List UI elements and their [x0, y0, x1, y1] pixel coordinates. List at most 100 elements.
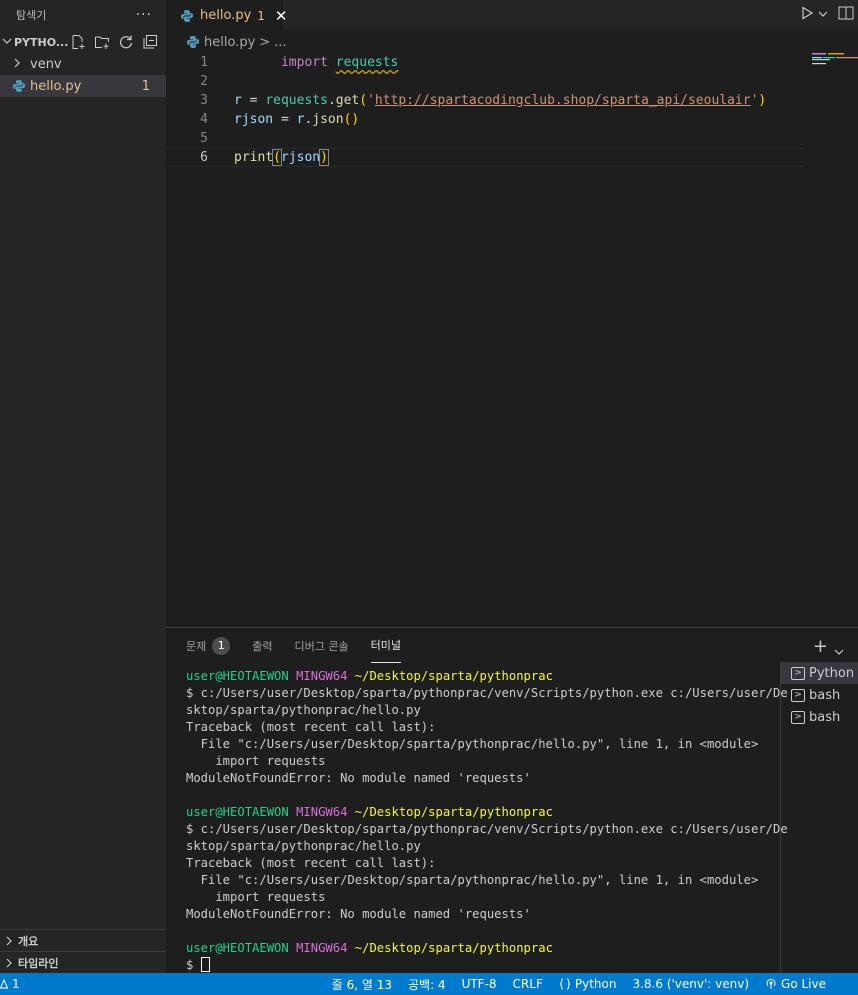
line-number: 3 [200, 93, 208, 108]
tree-item-hello-py[interactable]: hello.py 1 [0, 75, 166, 97]
end-of-line[interactable]: CRLF [513, 977, 543, 991]
add-terminal-icon[interactable]: + [813, 636, 828, 662]
paren: () [343, 112, 360, 127]
tree-item-label: hello.py [30, 78, 82, 94]
variable: rjson [280, 150, 321, 165]
terminal-icon: > [791, 710, 805, 724]
code-line[interactable]: 1 import requests [166, 53, 804, 72]
problems-status[interactable]: 1 [0, 977, 20, 991]
problem-count-badge: 1 [212, 636, 231, 655]
string-quote: ' [367, 93, 375, 108]
paren: ) [758, 93, 767, 108]
python-file-icon [186, 35, 200, 49]
line-number: 1 [200, 55, 208, 70]
function-name: get [335, 93, 360, 108]
keyword: import [280, 55, 328, 70]
tree-item-label: venv [30, 56, 62, 72]
chevron-right-icon [6, 958, 12, 967]
url-link[interactable]: http://spartacodingclub.shop/sparta_api/… [375, 93, 751, 108]
terminal-line: Traceback (most recent call last): [186, 720, 436, 734]
code-line[interactable]: 4 rjson = r.json() [166, 110, 804, 129]
language-mode[interactable]: Python [559, 977, 617, 991]
chevron-down-icon[interactable] [834, 641, 844, 662]
code-line[interactable]: 2 [166, 72, 804, 91]
chevron-down-icon[interactable] [818, 8, 828, 23]
tab-terminal[interactable]: 터미널 [370, 628, 401, 663]
code-line[interactable]: 3 r = requests.get('http://spartacodingc… [166, 91, 804, 110]
terminal-prompt-header: user@HEOTAEWON MINGW64 ~/Desktop/sparta/… [186, 669, 553, 683]
terminal-item-bash[interactable]: > bash [781, 706, 858, 728]
collapse-all-icon[interactable] [140, 33, 160, 51]
python-file-icon [180, 9, 194, 23]
terminal-line: ModuleNotFoundError: No module named 're… [186, 771, 531, 785]
editor-tab-bar: hello.py 1 ✕ [166, 0, 858, 30]
dot: . [327, 93, 336, 108]
terminal-line: File "c:/Users/user/Desktop/sparta/pytho… [186, 737, 759, 751]
terminal-item-python[interactable]: > Python [781, 662, 858, 684]
minimap[interactable] [812, 53, 858, 73]
tab-problem-badge: 1 [257, 8, 265, 23]
tab-debug-console[interactable]: 디버그 콘솔 [295, 628, 349, 663]
code-editor[interactable]: 1 import requests 2 3 r = requests.get('… [166, 53, 858, 625]
tab-label: 출력 [252, 639, 273, 653]
indentation[interactable]: 공백: 4 [408, 976, 446, 993]
tab-label: 터미널 [370, 639, 401, 652]
language-label: Python [574, 977, 617, 991]
terminal-list: > Python > bash > bash [780, 662, 858, 974]
run-icon[interactable] [800, 6, 814, 24]
terminal-line: File "c:/Users/user/Desktop/sparta/pytho… [186, 873, 759, 887]
more-actions-icon[interactable]: ··· [136, 7, 152, 23]
terminal-item-bash[interactable]: > bash [781, 684, 858, 706]
project-folder-row[interactable]: PYTHO... [0, 31, 166, 53]
terminal-line: $ c:/Users/user/Desktop/sparta/pythonpra… [186, 686, 788, 700]
broadcast-icon [766, 978, 776, 989]
line-number: 2 [200, 74, 208, 89]
code-line-current[interactable]: 6 print(rjson) [166, 148, 804, 167]
tab-label: 디버그 콘솔 [294, 639, 349, 653]
terminal-prompt-header: user@HEOTAEWON MINGW64 ~/Desktop/sparta/… [186, 941, 553, 955]
line-number: 6 [200, 150, 208, 165]
terminal-input-line[interactable]: $ [186, 957, 776, 974]
terminal-line: ModuleNotFoundError: No module named 're… [186, 907, 531, 921]
split-editor-icon[interactable] [838, 6, 854, 24]
chevron-right-icon [12, 58, 26, 71]
tab-output[interactable]: 출력 [252, 628, 272, 663]
variable: rjson [234, 112, 274, 127]
paren: ( [272, 149, 282, 166]
function-name: print [234, 150, 274, 165]
tab-problems[interactable]: 문제 1 [186, 628, 231, 663]
close-icon[interactable]: ✕ [275, 7, 288, 25]
cursor-position[interactable]: 줄 6, 열 13 [332, 976, 392, 993]
terminal-icon: > [791, 666, 805, 680]
tree-item-venv[interactable]: venv [0, 53, 166, 75]
code-line[interactable]: 5 [166, 129, 804, 148]
module-name: requests [335, 55, 399, 70]
terminal-line: Traceback (most recent call last): [186, 856, 436, 870]
line-number: 5 [200, 131, 208, 146]
function-name: json [312, 112, 344, 127]
terminal-cursor [200, 957, 210, 972]
terminal-line: sktop/sparta/pythonprac/hello.py [186, 839, 421, 853]
tab-label: hello.py [200, 8, 252, 23]
timeline-section[interactable]: 타임라인 [0, 951, 166, 973]
explorer-sidebar: 탐색기 ··· PYTHO... venv hello.py 1 개요 타임라인 [0, 0, 166, 973]
tab-hello-py[interactable]: hello.py 1 ✕ [166, 0, 287, 30]
python-interpreter[interactable]: 3.8.6 ('venv': venv) [632, 977, 749, 991]
paren: ) [319, 149, 329, 166]
problem-count-badge: 1 [141, 78, 150, 94]
new-folder-icon[interactable] [92, 33, 112, 51]
operator: = [241, 93, 266, 108]
new-file-icon[interactable] [68, 33, 88, 51]
outline-section[interactable]: 개요 [0, 929, 166, 951]
python-file-icon [12, 79, 26, 93]
paren: ( [359, 93, 368, 108]
go-live-button[interactable]: Go Live [765, 977, 826, 991]
timeline-label: 타임라인 [18, 956, 59, 970]
terminal-line: import requests [186, 754, 326, 768]
outline-label: 개요 [18, 934, 39, 948]
encoding[interactable]: UTF-8 [462, 977, 497, 991]
refresh-icon[interactable] [116, 33, 136, 51]
terminal-line: sktop/sparta/pythonprac/hello.py [186, 703, 421, 717]
terminal-output[interactable]: user@HEOTAEWON MINGW64 ~/Desktop/sparta/… [186, 668, 788, 974]
